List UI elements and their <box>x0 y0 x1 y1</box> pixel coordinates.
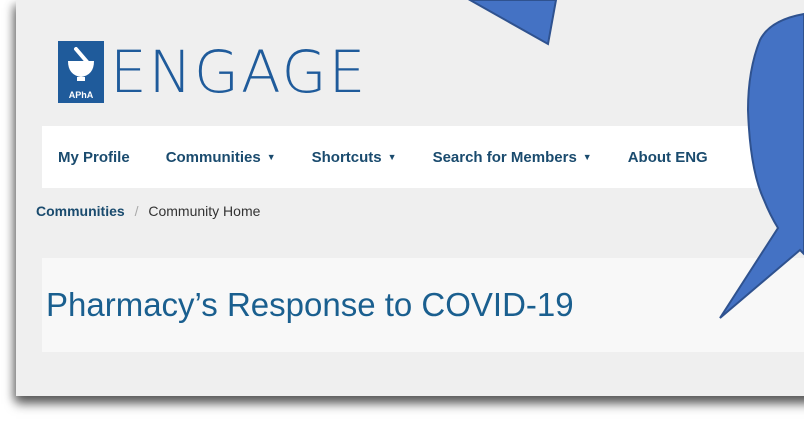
callout-overlay <box>467 0 804 319</box>
speech-callout-bubble <box>719 12 804 319</box>
top-callout-pointer <box>467 0 558 46</box>
